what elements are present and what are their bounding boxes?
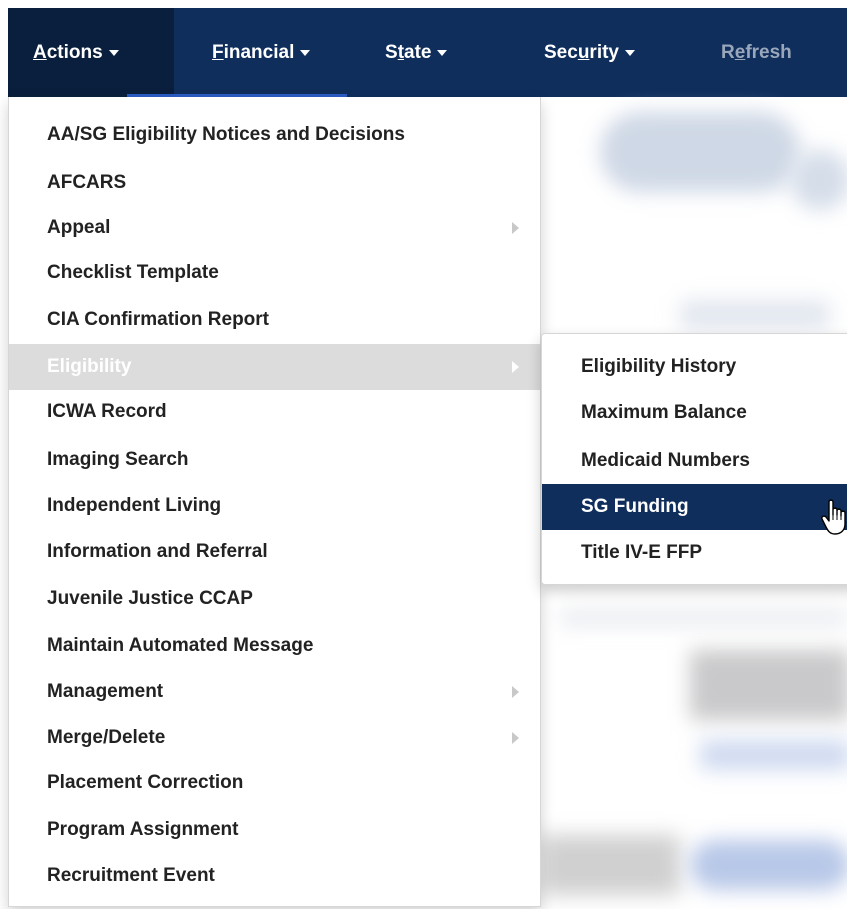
nav-refresh[interactable]: Re fresh	[721, 8, 792, 97]
nav-state[interactable]: St ate	[385, 8, 448, 97]
menu-item-label: Checklist Template	[47, 262, 219, 283]
menu-item-label: AA/SG Eligibility Notices and Decisions	[47, 124, 405, 145]
menu-item-label: Recruitment Event	[47, 865, 215, 886]
menu-item-label: Appeal	[47, 217, 111, 238]
submenu-item-sg-funding[interactable]: SG Funding	[542, 484, 847, 530]
caret-down-icon	[625, 49, 635, 56]
background-blur-shape	[790, 150, 847, 210]
nav-security-mnemonic: u	[577, 41, 590, 63]
background-blur-shape	[560, 610, 847, 625]
menu-item-checklist-template[interactable]: Checklist Template	[9, 250, 540, 296]
nav-security[interactable]: Sec u rity	[544, 8, 635, 97]
menu-item-management[interactable]: Management	[9, 669, 540, 715]
menu-item-label: Eligibility	[47, 356, 132, 377]
background-blur-shape	[690, 650, 847, 720]
actions-dropdown-menu: AA/SG Eligibility Notices and Decisions …	[8, 97, 541, 907]
menu-item-merge-delete[interactable]: Merge/Delete	[9, 715, 540, 761]
menu-item-label: Placement Correction	[47, 772, 244, 793]
eligibility-submenu: Eligibility History Maximum Balance Medi…	[541, 333, 847, 585]
submenu-item-medicaid-numbers[interactable]: Medicaid Numbers	[542, 438, 847, 484]
submenu-item-label: Eligibility History	[581, 356, 737, 377]
nav-actions-mnemonic: A	[33, 41, 47, 63]
nav-financial-label: inancial	[223, 41, 295, 63]
menu-item-information-and-referral[interactable]: Information and Referral	[9, 529, 540, 575]
background-blur-shape	[690, 840, 847, 890]
submenu-item-label: SG Funding	[581, 496, 689, 517]
nav-actions-label: ctions	[46, 41, 103, 63]
background-blur-shape	[680, 300, 830, 330]
submenu-item-label: Maximum Balance	[581, 402, 747, 423]
submenu-item-title-iv-e-ffp[interactable]: Title IV-E FFP	[542, 530, 847, 576]
menu-item-label: Information and Referral	[47, 541, 268, 562]
triangle-right-icon	[512, 686, 519, 698]
nav-financial-mnemonic: F	[212, 41, 224, 63]
menu-item-juvenile-justice-ccap[interactable]: Juvenile Justice CCAP	[9, 576, 540, 622]
nav-security-label: rity	[589, 41, 619, 63]
caret-down-icon	[300, 49, 311, 56]
menu-item-placement-correction[interactable]: Placement Correction	[9, 760, 540, 806]
menu-item-recruitment-event[interactable]: Recruitment Event	[9, 853, 540, 899]
menu-item-label: AFCARS	[47, 172, 127, 193]
menu-item-label: Merge/Delete	[47, 727, 166, 748]
menu-item-imaging-search[interactable]: Imaging Search	[9, 437, 540, 483]
submenu-item-label: Title IV-E FFP	[581, 542, 703, 563]
nav-refresh-label: fresh	[745, 41, 792, 63]
menu-item-eligibility[interactable]: Eligibility	[9, 344, 540, 390]
nav-state-label: ate	[404, 41, 432, 63]
menu-item-label: CIA Confirmation Report	[47, 309, 270, 330]
triangle-right-icon	[512, 732, 519, 744]
top-navbar: Actions Financial St ate Sec u rity Re fresh	[8, 8, 847, 97]
nav-state-prefix: S	[385, 41, 398, 63]
menu-item-icwa-record[interactable]: ICWA Record	[9, 389, 540, 435]
nav-refresh-mnemonic: e	[734, 41, 746, 63]
submenu-item-maximum-balance[interactable]: Maximum Balance	[542, 390, 847, 436]
menu-item-label: Independent Living	[47, 495, 222, 516]
background-blur-shape	[600, 112, 800, 192]
menu-item-label: Management	[47, 681, 164, 702]
nav-financial[interactable]: Financial	[212, 8, 311, 97]
menu-item-independent-living[interactable]: Independent Living	[9, 483, 540, 529]
background-blur-shape	[700, 740, 847, 770]
menu-item-label: Program Assignment	[47, 819, 239, 840]
hand-pointer-icon	[821, 499, 846, 535]
menu-item-appeal[interactable]: Appeal	[9, 205, 540, 251]
submenu-item-eligibility-history[interactable]: Eligibility History	[542, 344, 847, 390]
menu-item-afcars[interactable]: AFCARS	[9, 160, 540, 206]
nav-security-prefix: Sec	[544, 41, 578, 63]
caret-down-icon	[437, 49, 448, 56]
nav-actions[interactable]: Actions	[8, 8, 174, 97]
menu-item-maintain-automated-message[interactable]: Maintain Automated Message	[9, 623, 540, 669]
menu-item-label: Imaging Search	[47, 449, 189, 470]
menu-item-label: Maintain Automated Message	[47, 635, 314, 656]
background-blur-shape	[540, 835, 680, 895]
caret-down-icon	[108, 49, 119, 56]
menu-item-program-assignment[interactable]: Program Assignment	[9, 807, 540, 853]
menu-item-cia-confirmation-report[interactable]: CIA Confirmation Report	[9, 297, 540, 343]
menu-item-aa-sg-eligibility-notices[interactable]: AA/SG Eligibility Notices and Decisions	[9, 112, 540, 158]
menu-item-label: ICWA Record	[47, 401, 167, 422]
menu-item-label: Juvenile Justice CCAP	[47, 588, 253, 609]
submenu-item-label: Medicaid Numbers	[581, 450, 750, 471]
triangle-right-icon	[512, 222, 519, 234]
nav-refresh-prefix: R	[721, 41, 735, 63]
triangle-right-icon	[512, 361, 519, 373]
